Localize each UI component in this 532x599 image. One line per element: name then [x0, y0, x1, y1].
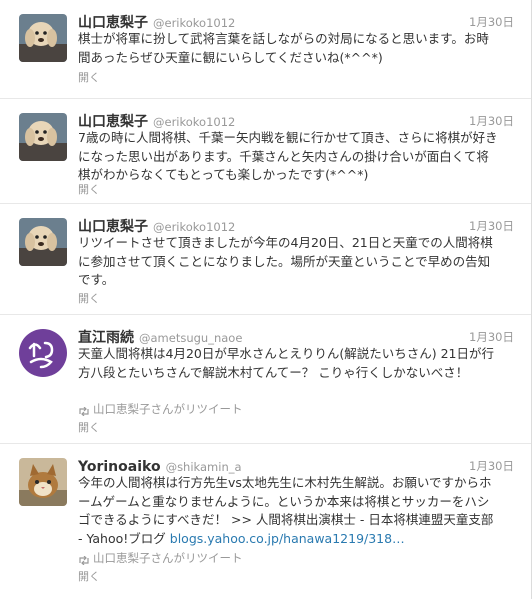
tweet-link[interactable]: blogs.yahoo.co.jp/hanawa1219/318…	[170, 531, 405, 546]
user-avatar[interactable]	[19, 113, 67, 161]
user-handle[interactable]: @shikamin_a	[166, 460, 242, 474]
tweet-text: 天童人間将棋は4月20日が早水さんとえりりん(解説たいちさん) 21日が行方八段…	[78, 346, 494, 380]
user-avatar[interactable]	[19, 14, 67, 62]
retweet-indicator: 山口恵梨子さんがリツイート	[78, 550, 243, 566]
retweet-label[interactable]: 山口恵梨子さんがリツイート	[93, 551, 243, 565]
user-handle[interactable]: @erikoko1012	[153, 16, 235, 30]
user-handle[interactable]: @erikoko1012	[153, 220, 235, 234]
user-name[interactable]: 山口恵梨子	[78, 219, 148, 235]
tweet-text: 棋士が将軍に扮して武将言葉を話しながらの対局になると思います。お時間あったらぜひ…	[78, 31, 489, 65]
expand-link[interactable]: 開く	[78, 568, 100, 584]
tweet-item[interactable]: Yorinoaiko @shikamin_a 1月30日 今年の人間将棋は行方先生…	[0, 444, 532, 599]
tweet-item[interactable]: 山口恵梨子 @erikoko1012 1月30日 7歳の時に人間将棋、千葉ー矢内戦…	[0, 99, 532, 204]
user-avatar[interactable]	[19, 458, 67, 506]
tweet-timeline: 山口恵梨子 @erikoko1012 1月30日 棋士が将軍に扮して武将言葉を話し…	[0, 0, 532, 599]
tweet-timestamp[interactable]: 1月30日	[469, 329, 514, 345]
user-name[interactable]: 直江雨続	[78, 330, 134, 346]
user-name[interactable]: 山口恵梨子	[78, 114, 148, 130]
tweet-timestamp[interactable]: 1月30日	[469, 218, 514, 234]
expand-link[interactable]: 開く	[78, 181, 100, 197]
tweet-header: 直江雨続 @ametsugu_naoe	[78, 327, 242, 346]
retweet-indicator: 山口恵梨子さんがリツイート	[78, 401, 243, 417]
tweet-header: 山口恵梨子 @erikoko1012	[78, 216, 235, 235]
expand-link[interactable]: 開く	[78, 290, 100, 306]
tweet-timestamp[interactable]: 1月30日	[469, 113, 514, 129]
tweet-header: Yorinoaiko @shikamin_a	[78, 456, 242, 475]
expand-link[interactable]: 開く	[78, 69, 100, 85]
tweet-text: 7歳の時に人間将棋、千葉ー矢内戦を観に行かせて頂き、さらに将棋が好きになった思い…	[78, 130, 498, 182]
retweet-label[interactable]: 山口恵梨子さんがリツイート	[93, 402, 243, 416]
user-handle[interactable]: @erikoko1012	[153, 115, 235, 129]
tweet-item[interactable]: 山口恵梨子 @erikoko1012 1月30日 棋士が将軍に扮して武将言葉を話し…	[0, 0, 532, 99]
tweet-text: 今年の人間将棋は行方先生vs太地先生に木村先生解説。お願いですからホームゲームと…	[78, 474, 498, 548]
user-avatar[interactable]	[19, 218, 67, 266]
tweet-header: 山口恵梨子 @erikoko1012	[78, 111, 235, 130]
user-name[interactable]: Yorinoaiko	[78, 459, 161, 475]
tweet-timestamp[interactable]: 1月30日	[469, 458, 514, 474]
user-name[interactable]: 山口恵梨子	[78, 15, 148, 31]
tweet-header: 山口恵梨子 @erikoko1012	[78, 12, 235, 31]
retweet-icon	[78, 554, 90, 566]
expand-link[interactable]: 開く	[78, 419, 100, 435]
tweet-text: リツイートさせて頂きましたが今年の4月20日、21日と天童での人間将棋に参加させ…	[78, 235, 493, 287]
user-handle[interactable]: @ametsugu_naoe	[139, 331, 242, 345]
tweet-timestamp[interactable]: 1月30日	[469, 14, 514, 30]
user-avatar[interactable]	[19, 329, 67, 377]
tweet-item[interactable]: 山口恵梨子 @erikoko1012 1月30日 リツイートさせて頂きましたが今年…	[0, 204, 532, 315]
retweet-icon	[78, 405, 90, 417]
tweet-item[interactable]: 直江雨続 @ametsugu_naoe 1月30日 天童人間将棋は4月20日が早水…	[0, 315, 532, 444]
